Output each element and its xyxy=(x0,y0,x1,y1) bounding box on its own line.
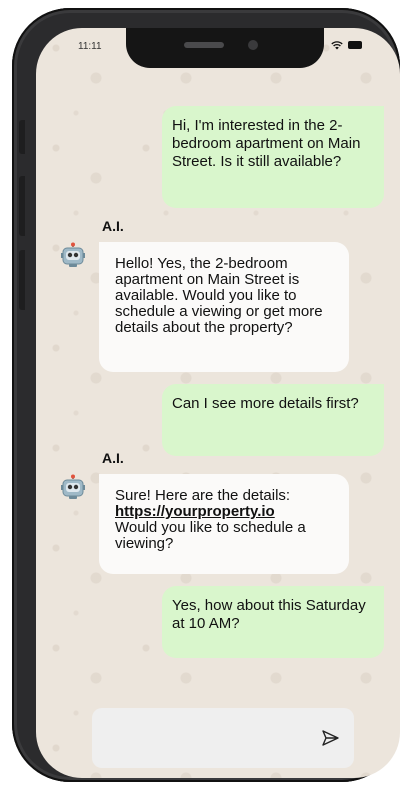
message-link[interactable]: https://yourproperty.io xyxy=(115,504,333,520)
robot-avatar-icon xyxy=(61,474,85,499)
message-text: Hi, I'm interested in the 2-bedroom apar… xyxy=(172,117,361,170)
outgoing-message: Can I see more details first? xyxy=(162,384,384,456)
status-icons xyxy=(331,40,362,50)
message-text: Sure! Here are the details: xyxy=(115,487,291,504)
mute-switch xyxy=(19,120,25,154)
message-input[interactable] xyxy=(92,708,354,768)
status-time: 11:11 xyxy=(78,41,102,52)
sender-name: A.I. xyxy=(102,218,124,234)
outgoing-message: Yes, how about this Saturday at 10 AM? xyxy=(162,586,384,658)
phone-frame: 11:11 Hi, I'm interested in the 2-bedroo… xyxy=(12,8,400,782)
sender-name: A.I. xyxy=(102,450,124,466)
speaker-grille xyxy=(184,42,224,48)
chat-screen: 11:11 Hi, I'm interested in the 2-bedroo… xyxy=(36,28,400,778)
message-text: Can I see more details first? xyxy=(172,395,359,412)
robot-avatar-icon xyxy=(61,242,85,267)
notch xyxy=(126,28,324,68)
message-text: Yes, how about this Saturday at 10 AM? xyxy=(172,597,366,632)
wifi-icon xyxy=(331,41,343,50)
message-text: Would you like to schedule a viewing? xyxy=(115,519,306,552)
volume-up-button xyxy=(19,176,25,236)
incoming-message: Sure! Here are the details: https://your… xyxy=(99,474,349,574)
volume-down-button xyxy=(19,250,25,310)
front-camera xyxy=(248,40,258,50)
incoming-message: Hello! Yes, the 2-bedroom apartment on M… xyxy=(99,242,349,372)
battery-icon xyxy=(348,41,362,49)
send-icon[interactable] xyxy=(320,728,340,748)
outgoing-message: Hi, I'm interested in the 2-bedroom apar… xyxy=(162,106,384,208)
message-text: Hello! Yes, the 2-bedroom apartment on M… xyxy=(115,255,323,336)
